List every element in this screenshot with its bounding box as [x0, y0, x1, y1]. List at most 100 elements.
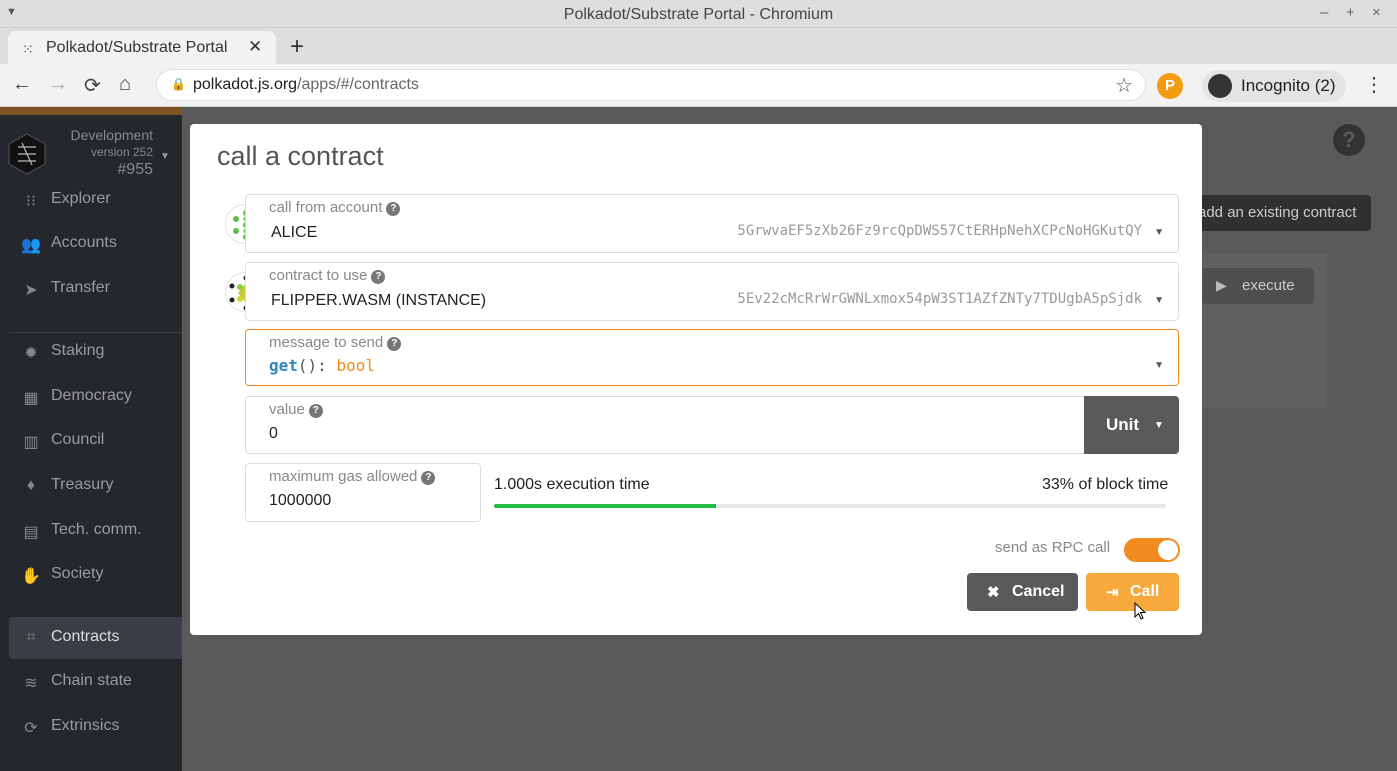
browser-tab[interactable]: ⁙ Polkadot/Substrate Portal ✕: [8, 31, 276, 64]
message-to-send-label: message to send?: [269, 334, 402, 351]
tab-title: Polkadot/Substrate Portal: [46, 39, 228, 56]
help-icon[interactable]: ?: [386, 202, 401, 216]
play-icon: ▶: [1216, 277, 1227, 293]
back-icon[interactable]: ←: [12, 73, 32, 96]
minimize-button[interactable]: –: [1320, 4, 1328, 21]
account-address: 5GrwvaEF5zXb26Fz9rcQpDWS57CtERHpNehXCPcN…: [737, 223, 1142, 239]
sidebar-divider: [9, 332, 182, 333]
bookmark-star-icon[interactable]: ☆: [1115, 73, 1133, 98]
modal-title: call a contract: [217, 141, 384, 171]
help-icon[interactable]: ?: [387, 337, 402, 351]
chain-info[interactable]: Development version 252 #955: [71, 127, 154, 178]
network-name: Development: [70, 127, 154, 143]
chevron-down-icon: ▼: [1154, 360, 1164, 371]
sidebar-item-council[interactable]: ▥ Council: [9, 420, 182, 462]
sidebar-item-contracts[interactable]: ⌗ Contracts: [9, 617, 182, 659]
execute-button[interactable]: ▶ execute: [1202, 268, 1314, 304]
new-tab-button[interactable]: +: [290, 33, 304, 61]
sidebar-item-treasury[interactable]: ♦ Treasury: [9, 465, 182, 507]
browser-menu-icon[interactable]: ⋮: [1364, 72, 1384, 97]
sidebar-accent-bar: [0, 107, 182, 115]
execute-label: execute: [1242, 277, 1295, 294]
sidebar-item-label: Accounts: [51, 234, 117, 251]
substrate-logo-icon: [8, 133, 46, 175]
maximize-button[interactable]: +: [1346, 4, 1355, 21]
staking-icon: ✹: [24, 345, 38, 362]
sidebar-item-explorer[interactable]: ⁝⁝ Explorer: [9, 179, 182, 221]
incognito-label: Incognito (2): [1241, 76, 1336, 95]
accounts-icon: 👥: [21, 237, 41, 254]
help-icon[interactable]: ?: [421, 471, 436, 485]
chain-dropdown-icon[interactable]: ▼: [160, 151, 170, 162]
reload-icon[interactable]: ⟳: [84, 73, 101, 98]
sidebar-item-label: Transfer: [51, 279, 110, 296]
sidebar-item-chain-state[interactable]: ≋ Chain state: [9, 661, 182, 703]
sidebar-item-transfer[interactable]: ➤ Transfer: [9, 268, 182, 310]
sidebar-item-label: Extrinsics: [51, 717, 120, 734]
call-from-account-dropdown[interactable]: call from account? ALICE 5GrwvaEF5zXb26F…: [245, 194, 1179, 253]
sidebar: Development version 252 #955 ▼ ⁝⁝ Explore…: [0, 107, 182, 771]
value-amount: 0: [269, 425, 278, 442]
value-input[interactable]: value? 0: [245, 396, 1085, 454]
contract-to-use-dropdown[interactable]: contract to use? FLIPPER.WASM (INSTANCE)…: [245, 262, 1179, 321]
cancel-button[interactable]: ✖ Cancel: [967, 573, 1078, 611]
sidebar-item-label: Treasury: [51, 476, 114, 493]
message-signature: get(): bool: [269, 356, 375, 375]
sidebar-item-extrinsics[interactable]: ⟳ Extrinsics: [9, 706, 182, 748]
extrinsics-icon: ⟳: [24, 720, 38, 737]
best-block: #955: [117, 161, 153, 178]
help-icon[interactable]: ?: [308, 404, 323, 418]
incognito-indicator[interactable]: Incognito (2): [1202, 70, 1346, 102]
contract-to-use-label: contract to use?: [269, 267, 386, 284]
unit-dropdown[interactable]: Unit ▼: [1084, 396, 1179, 454]
home-icon[interactable]: ⌂: [119, 73, 131, 96]
mouse-cursor-icon: [1134, 602, 1146, 620]
browser-toolbar: ← → ⟳ ⌂ 🔒 polkadot.js.org/apps/#/contrac…: [0, 64, 1397, 107]
gas-progress-bar: [494, 504, 1166, 508]
block-time-percent: 33% of block time: [1042, 476, 1169, 493]
sidebar-item-staking[interactable]: ✹ Staking: [9, 331, 182, 373]
rpc-call-toggle[interactable]: [1124, 538, 1180, 562]
call-from-account-label: call from account?: [269, 199, 401, 216]
polkadot-extension-icon[interactable]: P: [1157, 73, 1183, 99]
call-label: Call: [1130, 583, 1160, 600]
sidebar-item-society[interactable]: ✋ Society: [9, 554, 182, 596]
tab-close-icon[interactable]: ✕: [248, 37, 262, 57]
close-icon: ✖: [987, 584, 1000, 601]
call-contract-modal: call a contract call from account? ALICE…: [190, 124, 1202, 635]
url-text: polkadot.js.org/apps/#/contracts: [193, 76, 419, 93]
sidebar-item-accounts[interactable]: 👥 Accounts: [9, 223, 182, 265]
sidebar-item-label: Society: [51, 565, 104, 582]
sidebar-item-tech-comm[interactable]: ▤ Tech. comm.: [9, 510, 182, 552]
gas-amount: 1000000: [269, 492, 332, 509]
help-icon[interactable]: ?: [1333, 124, 1365, 156]
lock-icon: 🔒: [171, 77, 186, 91]
forward-icon[interactable]: →: [48, 73, 68, 96]
call-button[interactable]: ⇥ Call: [1086, 573, 1179, 611]
society-icon: ✋: [21, 568, 41, 585]
address-bar[interactable]: 🔒 polkadot.js.org/apps/#/contracts ☆: [156, 69, 1146, 101]
message-to-send-dropdown[interactable]: message to send? get(): bool ▼: [245, 329, 1179, 386]
chevron-down-icon: ▼: [1154, 295, 1164, 306]
value-label: value?: [269, 401, 323, 418]
chevron-down-icon: ▼: [1154, 420, 1164, 431]
node-version: version 252: [90, 145, 153, 159]
tab-strip: ⁙ Polkadot/Substrate Portal ✕ +: [0, 28, 1397, 64]
sidebar-item-label: Tech. comm.: [51, 521, 142, 538]
sidebar-item-label: Council: [51, 431, 105, 448]
democracy-icon: ▦: [23, 390, 39, 407]
add-existing-contract-button[interactable]: add an existing contract: [1192, 195, 1371, 231]
chain-state-icon: ≋: [24, 675, 38, 692]
sidebar-item-label: Staking: [51, 342, 105, 359]
explorer-icon: ⁝⁝: [25, 193, 37, 210]
sidebar-item-democracy[interactable]: ▦ Democracy: [9, 376, 182, 418]
close-window-button[interactable]: ×: [1372, 4, 1381, 21]
sign-in-icon: ⇥: [1106, 584, 1119, 601]
sidebar-item-label: Chain state: [51, 672, 132, 689]
help-icon[interactable]: ?: [371, 270, 386, 284]
max-gas-input[interactable]: maximum gas allowed? 1000000: [245, 463, 481, 522]
treasury-icon: ♦: [26, 477, 36, 494]
council-icon: ▥: [23, 434, 39, 451]
sidebar-item-label: Democracy: [51, 387, 132, 404]
sidebar-divider: [9, 619, 182, 620]
